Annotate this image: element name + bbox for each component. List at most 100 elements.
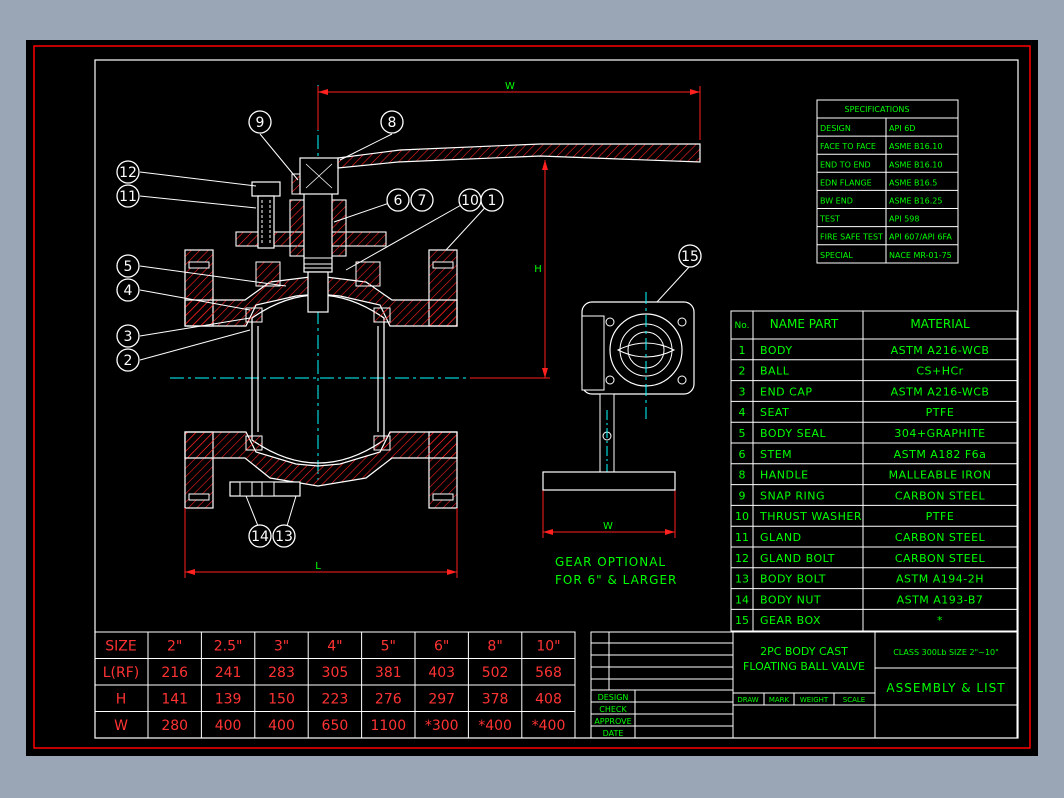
size-row-label: L(RF) bbox=[103, 665, 140, 681]
part-number: 13 bbox=[735, 573, 749, 586]
balloon-label: 4 bbox=[124, 283, 133, 299]
tb-label-date: DATE bbox=[603, 729, 624, 738]
part-number: 15 bbox=[735, 614, 749, 627]
part-material: ASTM A194-2H bbox=[896, 573, 984, 586]
tb-label-check: CHECK bbox=[599, 705, 627, 714]
part-number: 3 bbox=[739, 385, 746, 398]
spec-value: NACE MR-01-75 bbox=[889, 251, 952, 260]
parts-header-no: No. bbox=[735, 321, 750, 331]
part-material: MALLEABLE IRON bbox=[889, 469, 992, 482]
part-name: BODY BOLT bbox=[760, 573, 826, 586]
part-number: 14 bbox=[735, 593, 749, 606]
part-material: PTFE bbox=[926, 510, 955, 523]
part-name: BODY bbox=[760, 344, 793, 357]
part-number: 4 bbox=[739, 406, 746, 419]
gear-note-line2: FOR 6" & LARGER bbox=[555, 573, 677, 587]
spec-key: FACE TO FACE bbox=[820, 142, 876, 151]
balloon-label: 13 bbox=[275, 529, 293, 545]
size-cell: 141 bbox=[161, 691, 188, 707]
size-cell: *300 bbox=[425, 718, 459, 734]
part-material: ASTM A193-B7 bbox=[897, 593, 984, 606]
size-cell: 6" bbox=[434, 638, 449, 654]
size-cell: 1100 bbox=[370, 718, 406, 734]
balloon-label: 12 bbox=[119, 165, 137, 181]
part-name: SEAT bbox=[760, 406, 789, 419]
part-material: CS+HCr bbox=[916, 365, 963, 378]
size-cell: 381 bbox=[375, 665, 402, 681]
size-cell: 378 bbox=[482, 691, 509, 707]
tb-header-scale: SCALE bbox=[843, 696, 865, 704]
spec-key: END TO END bbox=[820, 160, 871, 169]
part-name: SNAP RING bbox=[760, 489, 825, 502]
part-number: 6 bbox=[739, 448, 746, 461]
part-name: BODY NUT bbox=[760, 593, 821, 606]
size-cell: 408 bbox=[535, 691, 562, 707]
tb-header-draw: DRAW bbox=[737, 696, 758, 704]
size-cell: *400 bbox=[478, 718, 512, 734]
part-name: BODY SEAL bbox=[760, 427, 827, 440]
part-number: 8 bbox=[739, 469, 746, 482]
title-line2: FLOATING BALL VALVE bbox=[743, 660, 865, 673]
part-name: GEAR BOX bbox=[760, 614, 821, 627]
cad-canvas: W H L W 9 8 12 11 6 7 10 1 5 4 3 2 14 13 15 bbox=[0, 0, 1064, 798]
tb-header-mark: MARK bbox=[769, 696, 790, 704]
specifications-title: SPECIFICATIONS bbox=[845, 105, 910, 114]
spec-value: ASME B16.10 bbox=[889, 142, 942, 151]
part-material: * bbox=[937, 614, 943, 627]
class-text: CLASS 300Lb SIZE 2"~10" bbox=[893, 648, 999, 657]
balloon-label: 9 bbox=[256, 115, 265, 131]
size-cell: 283 bbox=[268, 665, 295, 681]
part-name: STEM bbox=[760, 448, 792, 461]
tb-header-weight: WEIGHT bbox=[800, 696, 829, 704]
part-name: END CAP bbox=[760, 385, 812, 398]
balloon-label: 8 bbox=[388, 115, 397, 131]
spec-key: EDN FLANGE bbox=[820, 178, 872, 187]
part-number: 10 bbox=[735, 510, 749, 523]
part-number: 9 bbox=[739, 489, 746, 502]
size-cell: 8" bbox=[487, 638, 502, 654]
size-cell: 4" bbox=[327, 638, 342, 654]
size-cell: 150 bbox=[268, 691, 295, 707]
size-cell: 276 bbox=[375, 691, 402, 707]
size-cell: 280 bbox=[161, 718, 188, 734]
part-material: ASTM A182 F6a bbox=[894, 448, 987, 461]
size-cell: 241 bbox=[215, 665, 242, 681]
spec-value: API 607/API 6FA bbox=[889, 233, 952, 242]
part-number: 1 bbox=[739, 344, 746, 357]
spec-key: SPECIAL bbox=[820, 251, 853, 260]
part-material: CARBON STEEL bbox=[895, 489, 986, 502]
balloon-label: 14 bbox=[251, 529, 269, 545]
balloon-label: 2 bbox=[124, 353, 133, 369]
dim-w-gear: W bbox=[603, 521, 613, 532]
size-cell: 3" bbox=[274, 638, 289, 654]
spec-value: API 598 bbox=[889, 215, 919, 224]
assembly-list: ASSEMBLY & LIST bbox=[886, 681, 1005, 695]
size-cell: 2" bbox=[167, 638, 182, 654]
balloon-label: 10 bbox=[461, 193, 479, 209]
gear-note-line1: GEAR OPTIONAL bbox=[555, 555, 666, 569]
part-name: GLAND bbox=[760, 531, 802, 544]
size-cell: 403 bbox=[428, 665, 455, 681]
spec-value: ASME B16.5 bbox=[889, 178, 937, 187]
spec-value: ASME B16.25 bbox=[889, 197, 942, 206]
spec-value: ASME B16.10 bbox=[889, 160, 942, 169]
balloon-label: 6 bbox=[394, 193, 403, 209]
spec-value: API 6D bbox=[889, 124, 915, 133]
size-cell: *400 bbox=[532, 718, 566, 734]
size-cell: 568 bbox=[535, 665, 562, 681]
spec-key: BW END bbox=[820, 197, 853, 206]
tb-label-approve: APPROVE bbox=[594, 717, 631, 726]
size-cell: 400 bbox=[268, 718, 295, 734]
size-cell: 2.5" bbox=[214, 638, 243, 654]
size-row-label: W bbox=[114, 718, 128, 734]
size-cell: 223 bbox=[322, 691, 349, 707]
size-cell: 216 bbox=[161, 665, 188, 681]
part-material: PTFE bbox=[926, 406, 955, 419]
part-material: ASTM A216-WCB bbox=[891, 344, 990, 357]
size-cell: 139 bbox=[215, 691, 242, 707]
part-material: CARBON STEEL bbox=[895, 531, 986, 544]
balloon-label: 3 bbox=[124, 329, 133, 345]
spec-key: FIRE SAFE TEST bbox=[820, 233, 883, 242]
parts-header-material: MATERIAL bbox=[910, 317, 970, 331]
dim-l-bottom: L bbox=[315, 561, 321, 572]
